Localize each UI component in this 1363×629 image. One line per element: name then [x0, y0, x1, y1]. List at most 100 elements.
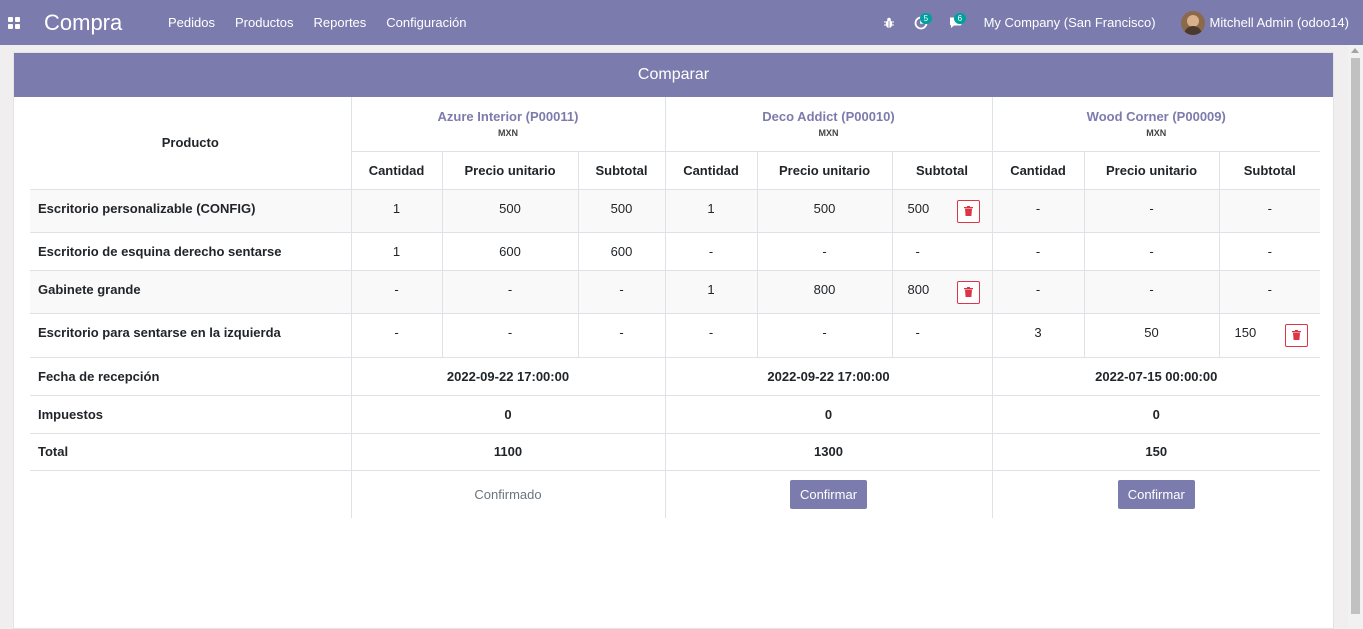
- qty-cell: -: [991, 231, 1085, 271]
- price-cell: 500: [441, 188, 579, 233]
- price-cell: 600: [441, 231, 579, 271]
- messages-icon[interactable]: 6: [942, 0, 976, 45]
- vendor-name[interactable]: Azure Interior (P00011): [352, 109, 665, 124]
- action-cell: Confirmar: [664, 469, 993, 518]
- trash-icon[interactable]: [956, 199, 980, 223]
- subtotal-cell: 500: [891, 188, 993, 233]
- activity-count-badge: 5: [919, 13, 933, 24]
- qty-column-header: Cantidad: [991, 150, 1085, 190]
- vendor-currency: MXN: [498, 128, 518, 139]
- price-cell: 800: [756, 269, 893, 314]
- vendor-header: Azure Interior (P00011) MXN: [350, 97, 666, 152]
- receipt-date: 2022-09-22 17:00:00: [664, 356, 993, 396]
- total-value: 1300: [664, 432, 993, 471]
- taxes-value: 0: [991, 394, 1320, 434]
- price-column-header: Precio unitario: [1083, 150, 1220, 190]
- confirm-button[interactable]: Confirmar: [1117, 479, 1195, 509]
- status-confirmed: Confirmado: [474, 486, 542, 502]
- subtotal-cell: -: [1218, 269, 1320, 314]
- confirm-button[interactable]: Confirmar: [789, 479, 868, 509]
- page-scrollbar[interactable]: [1348, 45, 1363, 629]
- table-row: Escritorio para sentarse en la izquierda…: [30, 312, 1320, 358]
- compare-sheet: Comparar Producto Azure Interior (P00011…: [13, 52, 1334, 629]
- systray: 5 6 My Company (San Francisco) Mitchell …: [876, 0, 1363, 45]
- qty-cell: -: [350, 269, 443, 314]
- main-menu: Pedidos Productos Reportes Configuración: [158, 0, 477, 45]
- qty-cell: 1: [350, 188, 443, 233]
- price-cell: -: [756, 312, 893, 358]
- app-brand[interactable]: Compra: [44, 10, 158, 36]
- message-count-badge: 6: [953, 13, 967, 24]
- comparison-table: Producto Azure Interior (P00011) MXN Dec…: [30, 97, 1320, 518]
- price-column-header: Precio unitario: [756, 150, 893, 190]
- product-column-header: Producto: [30, 97, 352, 190]
- vendor-header: Wood Corner (P00009) MXN: [991, 97, 1321, 152]
- qty-cell: 1: [664, 269, 758, 314]
- qty-cell: -: [664, 231, 758, 271]
- menu-productos[interactable]: Productos: [225, 0, 304, 45]
- subtotal-cell: 600: [577, 231, 666, 271]
- price-cell: -: [1083, 269, 1220, 314]
- company-switcher[interactable]: My Company (San Francisco): [984, 15, 1156, 30]
- bug-icon[interactable]: [876, 0, 902, 45]
- product-name: Escritorio de esquina derecho sentarse: [30, 231, 352, 271]
- subtotal-column-header: Subtotal: [891, 150, 993, 190]
- activity-clock-icon[interactable]: 5: [908, 0, 942, 45]
- product-name: Escritorio personalizable (CONFIG): [30, 188, 352, 233]
- summary-label-date: Fecha de recepción: [30, 356, 352, 396]
- subtotal-cell: -: [891, 312, 993, 358]
- subtotal-cell: -: [577, 312, 666, 358]
- qty-cell: -: [350, 312, 443, 358]
- receipt-date: 2022-09-22 17:00:00: [350, 356, 666, 396]
- subtotal-cell: 150: [1218, 312, 1320, 358]
- subtotal-cell: -: [577, 269, 666, 314]
- price-cell: 50: [1083, 312, 1220, 358]
- table-row: Escritorio de esquina derecho sentarse 1…: [30, 231, 1320, 271]
- vendor-name[interactable]: Deco Addict (P00010): [666, 109, 992, 124]
- table-row: Confirmado Confirmar Confirmar: [30, 469, 1320, 518]
- price-cell: -: [1083, 188, 1220, 233]
- subtotal-column-header: Subtotal: [1218, 150, 1320, 190]
- price-cell: -: [441, 269, 579, 314]
- subtotal-cell: -: [1218, 231, 1320, 271]
- product-name: Gabinete grande: [30, 269, 352, 314]
- subtotal-cell: 500: [577, 188, 666, 233]
- subtotal-cell: -: [1218, 188, 1320, 233]
- user-menu[interactable]: Mitchell Admin (odoo14): [1180, 10, 1349, 35]
- trash-icon[interactable]: [1285, 323, 1308, 347]
- price-cell: 500: [756, 188, 893, 233]
- qty-column-header: Cantidad: [350, 150, 443, 190]
- qty-cell: -: [991, 269, 1085, 314]
- subtotal-value: 150: [1234, 324, 1257, 340]
- price-cell: -: [756, 231, 893, 271]
- taxes-value: 0: [664, 394, 993, 434]
- subtotal-value: 500: [907, 200, 930, 216]
- vendor-header: Deco Addict (P00010) MXN: [664, 97, 993, 152]
- subtotal-cell: -: [891, 231, 993, 271]
- menu-reportes[interactable]: Reportes: [304, 0, 377, 45]
- menu-pedidos[interactable]: Pedidos: [158, 0, 225, 45]
- action-cell: Confirmado: [350, 469, 666, 518]
- scroll-up-arrow-icon[interactable]: [1351, 48, 1359, 53]
- subtotal-value: 800: [907, 281, 930, 297]
- trash-icon[interactable]: [956, 280, 980, 304]
- subtotal-value: -: [915, 324, 920, 340]
- qty-cell: 1: [350, 231, 443, 271]
- receipt-date: 2022-07-15 00:00:00: [991, 356, 1320, 396]
- vendor-currency: MXN: [1146, 128, 1167, 139]
- menu-configuracion[interactable]: Configuración: [376, 0, 476, 45]
- qty-cell: -: [991, 188, 1085, 233]
- action-cell: Confirmar: [991, 469, 1320, 518]
- apps-menu-icon[interactable]: [0, 0, 26, 45]
- summary-label-taxes: Impuestos: [30, 394, 352, 434]
- scrollbar-thumb[interactable]: [1351, 58, 1360, 614]
- price-column-header: Precio unitario: [441, 150, 579, 190]
- table-row: Impuestos 0 0 0: [30, 394, 1320, 434]
- product-name: Escritorio para sentarse en la izquierda: [30, 312, 352, 358]
- qty-column-header: Cantidad: [664, 150, 758, 190]
- qty-cell: -: [664, 312, 758, 358]
- subtotal-column-header: Subtotal: [577, 150, 666, 190]
- vendor-name[interactable]: Wood Corner (P00009): [993, 109, 1321, 124]
- user-name: Mitchell Admin (odoo14): [1209, 15, 1349, 30]
- vendor-currency: MXN: [818, 128, 839, 139]
